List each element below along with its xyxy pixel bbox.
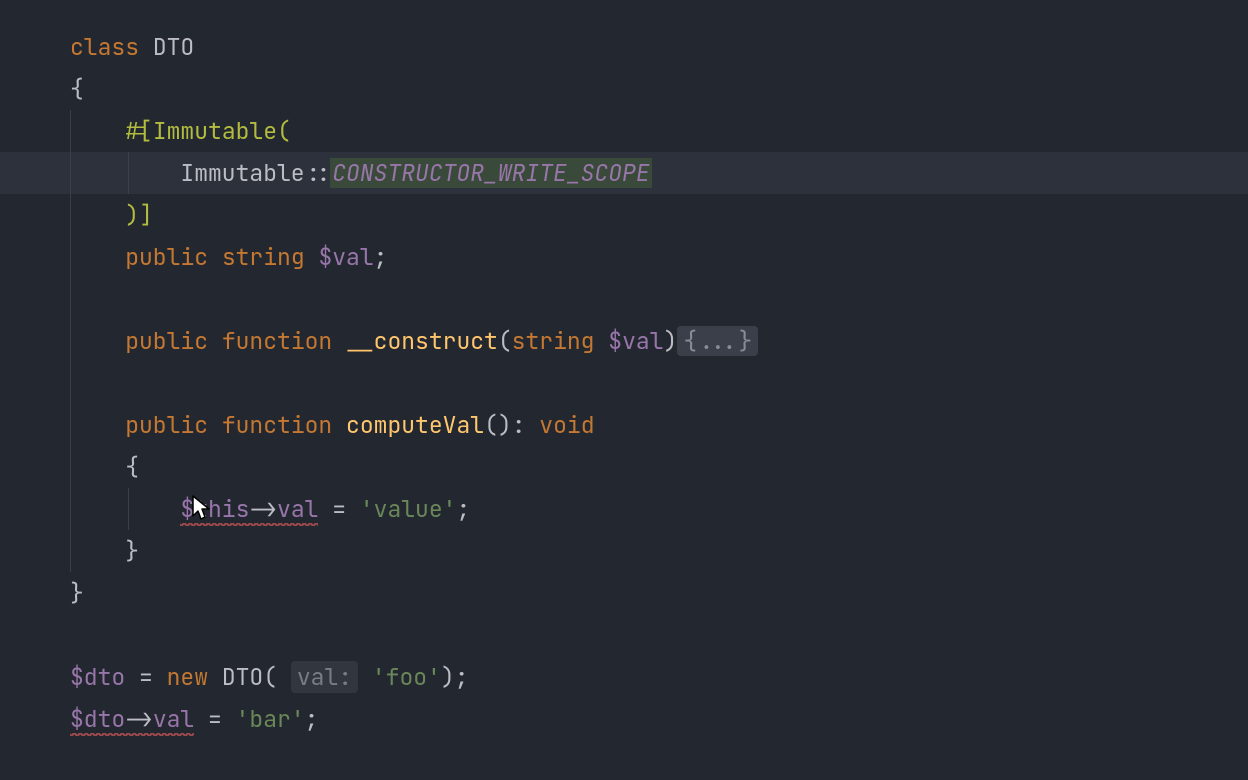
arrow-op: -> (125, 704, 153, 734)
code-line[interactable]: $this->val = 'value'; (0, 488, 1248, 530)
inspection-warning[interactable]: $this->val (180, 488, 318, 530)
brace-open: { (70, 74, 84, 104)
class-name: DTO (153, 32, 194, 62)
assign-op: = (318, 494, 359, 524)
function-name: computeVal (346, 410, 484, 440)
variable: $dto (70, 704, 125, 734)
keyword-function: function (222, 326, 332, 356)
parameter-name-hint[interactable]: val: (291, 661, 358, 693)
string-literal: 'value' (360, 494, 457, 524)
assign-op: = (125, 662, 166, 692)
space (139, 32, 153, 62)
keyword-class: class (70, 32, 139, 62)
indent-guide (70, 110, 71, 152)
paren-close: ) (664, 326, 678, 356)
constant-ref: CONSTRUCTOR_WRITE_SCOPE (330, 158, 651, 188)
assign-op: = (194, 704, 235, 734)
code-line[interactable]: public function computeVal(): void (0, 404, 1248, 446)
keyword-new: new (167, 662, 208, 692)
semicolon: ; (455, 662, 469, 692)
code-line[interactable]: } (0, 572, 1248, 614)
code-line[interactable]: class DTO (0, 26, 1248, 68)
function-name: __construct (346, 326, 498, 356)
semicolon: ; (374, 242, 388, 272)
attribute-open: #[ (125, 116, 153, 146)
attribute-close: ] (139, 200, 153, 230)
indent-guide (70, 320, 71, 362)
double-colon: :: (305, 158, 333, 188)
brace-open: { (125, 452, 139, 482)
indent-guide (70, 236, 71, 278)
code-line[interactable]: { (0, 446, 1248, 488)
indent-guide (70, 488, 71, 530)
brace-close: } (125, 536, 139, 566)
keyword-void: void (539, 410, 594, 440)
property-ref: val (277, 494, 318, 524)
arrow-op: -> (249, 494, 277, 524)
paren-open: ( (263, 662, 277, 692)
code-line-blank[interactable] (0, 362, 1248, 404)
property-var: $val (318, 242, 373, 272)
paren-open: ( (498, 326, 512, 356)
string-literal: 'bar' (236, 704, 305, 734)
paren-close: ) (498, 410, 512, 440)
indent-guide (70, 530, 71, 572)
code-editor[interactable]: class DTO { #[Immutable( Immutable::CONS… (0, 0, 1248, 780)
class-call: DTO (222, 662, 263, 692)
indent-guide (70, 404, 71, 446)
keyword-public: public (125, 410, 208, 440)
code-line[interactable]: $dto->val = 'bar'; (0, 698, 1248, 740)
code-line-blank[interactable] (0, 278, 1248, 320)
code-line-blank[interactable] (0, 614, 1248, 656)
inspection-warning[interactable]: $dto->val (70, 698, 194, 740)
paren-close: ) (125, 200, 139, 230)
code-line[interactable]: )] (0, 194, 1248, 236)
param-var: $val (608, 326, 663, 356)
keyword-public: public (125, 242, 208, 272)
return-colon: : (512, 410, 540, 440)
code-line[interactable]: { (0, 68, 1248, 110)
indent-guide (70, 152, 71, 194)
indent-guide (128, 152, 129, 194)
indent-guide (70, 446, 71, 488)
property-ref: val (153, 704, 194, 734)
indent-guide (128, 488, 129, 530)
indent-guide (70, 278, 71, 320)
brace-close: } (70, 578, 84, 608)
code-line[interactable]: #[Immutable( (0, 110, 1248, 152)
paren-open: ( (484, 410, 498, 440)
code-line[interactable]: public string $val; (0, 236, 1248, 278)
paren-close: ) (441, 662, 455, 692)
class-ref: Immutable (180, 158, 304, 188)
semicolon: ; (305, 704, 319, 734)
semicolon: ; (456, 494, 470, 524)
param-type: string (512, 326, 595, 356)
indent-guide (70, 194, 71, 236)
keyword-function: function (222, 410, 332, 440)
attribute-name: Immutable (153, 116, 277, 146)
code-line[interactable]: } (0, 530, 1248, 572)
code-line[interactable]: public function __construct(string $val)… (0, 320, 1248, 362)
code-line[interactable]: Immutable::CONSTRUCTOR_WRITE_SCOPE (0, 152, 1248, 194)
this-ref: $this (180, 494, 249, 524)
paren-open: ( (277, 116, 291, 146)
keyword-public: public (125, 326, 208, 356)
string-literal: 'foo' (372, 662, 441, 692)
code-fold-toggle[interactable]: {...} (677, 326, 758, 356)
variable: $dto (70, 662, 125, 692)
code-line[interactable]: $dto = new DTO( val: 'foo'); (0, 656, 1248, 698)
keyword-string: string (222, 242, 305, 272)
indent-guide (70, 362, 71, 404)
